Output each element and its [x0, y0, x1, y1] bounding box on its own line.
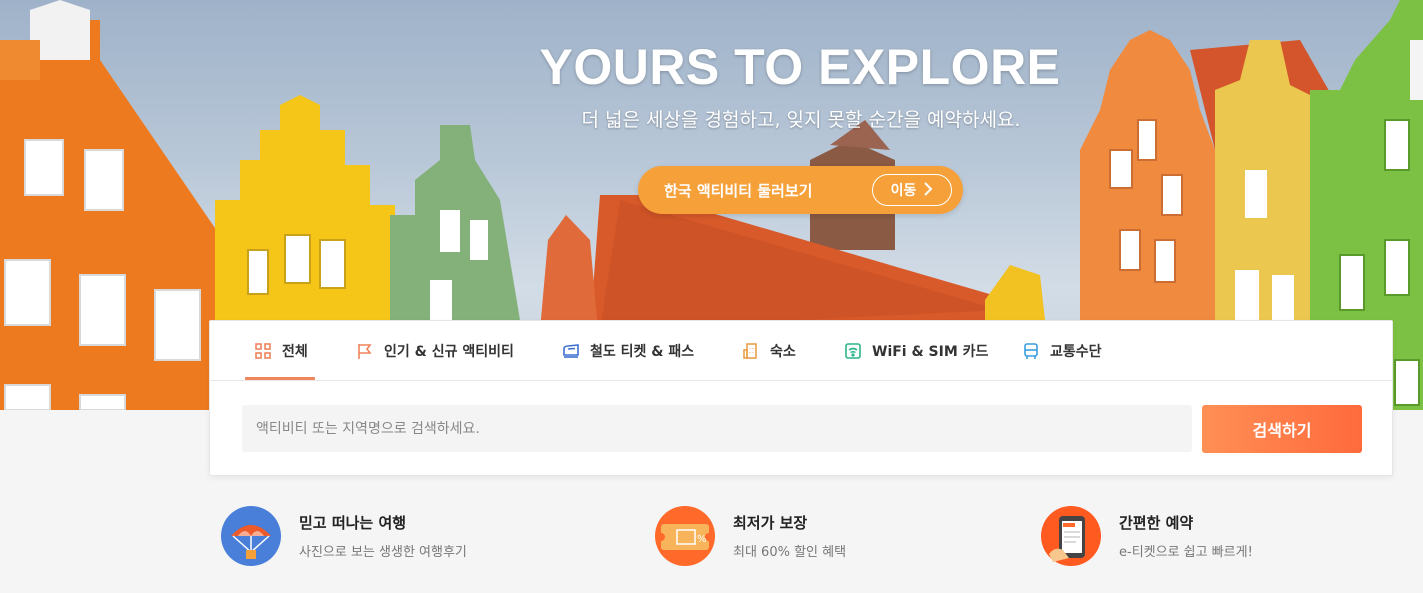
feature-subtitle: e-티켓으로 쉽고 빠르게!: [1119, 545, 1253, 560]
tab-all[interactable]: 전체: [245, 321, 315, 381]
tab-popular-new[interactable]: 인기 & 신규 액티비티: [356, 321, 514, 381]
feature-subtitle: 최대 60% 할인 혜택: [733, 545, 847, 560]
search-panel: 전체 인기 & 신규 액티비티 철도 티켓 & 패스 숙소 WiFi & SIM…: [209, 320, 1393, 476]
bus-icon: [1022, 342, 1040, 360]
korea-activities-button[interactable]: 한국 액티비티 둘러보기 이동: [638, 166, 963, 214]
building-icon: [742, 342, 760, 360]
tab-transport[interactable]: 교통수단: [1022, 321, 1102, 381]
feature-title: 간편한 예약: [1119, 514, 1194, 532]
chevron-right-icon: [924, 181, 933, 200]
tab-label: 전체: [282, 344, 308, 360]
feature-title: 믿고 떠나는 여행: [299, 514, 407, 532]
train-ticket-icon: [562, 342, 580, 360]
parachute-icon: [221, 506, 281, 566]
hero-title: YOURS TO EXPLORE: [539, 39, 1061, 95]
ticket-icon: %: [655, 506, 715, 566]
wifi-icon: [844, 342, 862, 360]
tab-wifi-sim[interactable]: WiFi & SIM 카드: [844, 321, 988, 381]
search-button[interactable]: 검색하기: [1202, 405, 1362, 453]
feature-title: 최저가 보장: [733, 514, 808, 532]
phone-booking-icon: [1041, 506, 1101, 566]
tab-label: 교통수단: [1050, 344, 1102, 360]
tab-accommodation[interactable]: 숙소: [742, 321, 796, 381]
grid-icon: [254, 342, 272, 360]
tab-rail[interactable]: 철도 티켓 & 패스: [562, 321, 694, 381]
feature-trusted-travel: 믿고 떠나는 여행 사진으로 보는 생생한 여행후기: [221, 506, 467, 566]
feature-subtitle: 사진으로 보는 생생한 여행후기: [299, 545, 467, 560]
active-tab-indicator: [245, 377, 315, 380]
korea-go-label: 이동: [890, 183, 917, 199]
feature-easy-booking: 간편한 예약 e-티켓으로 쉽고 빠르게!: [1041, 506, 1253, 566]
tab-label: 철도 티켓 & 패스: [590, 344, 695, 360]
svg-text:%: %: [697, 534, 707, 545]
tab-label: WiFi & SIM 카드: [872, 344, 989, 360]
korea-activities-label: 한국 액티비티 둘러보기: [664, 181, 813, 200]
category-tabs: 전체 인기 & 신규 액티비티 철도 티켓 & 패스 숙소 WiFi & SIM…: [210, 321, 1392, 381]
tab-label: 숙소: [770, 344, 796, 360]
tab-label: 인기 & 신규 액티비티: [384, 344, 514, 360]
feature-lowest-price: % 최저가 보장 최대 60% 할인 혜택: [655, 506, 846, 566]
flag-icon: [356, 342, 374, 360]
search-input[interactable]: [242, 405, 1192, 452]
hero-subtitle: 더 넓은 세상을 경험하고, 잊지 못할 순간을 예약하세요.: [581, 109, 1021, 131]
korea-go-button[interactable]: 이동: [872, 174, 952, 206]
